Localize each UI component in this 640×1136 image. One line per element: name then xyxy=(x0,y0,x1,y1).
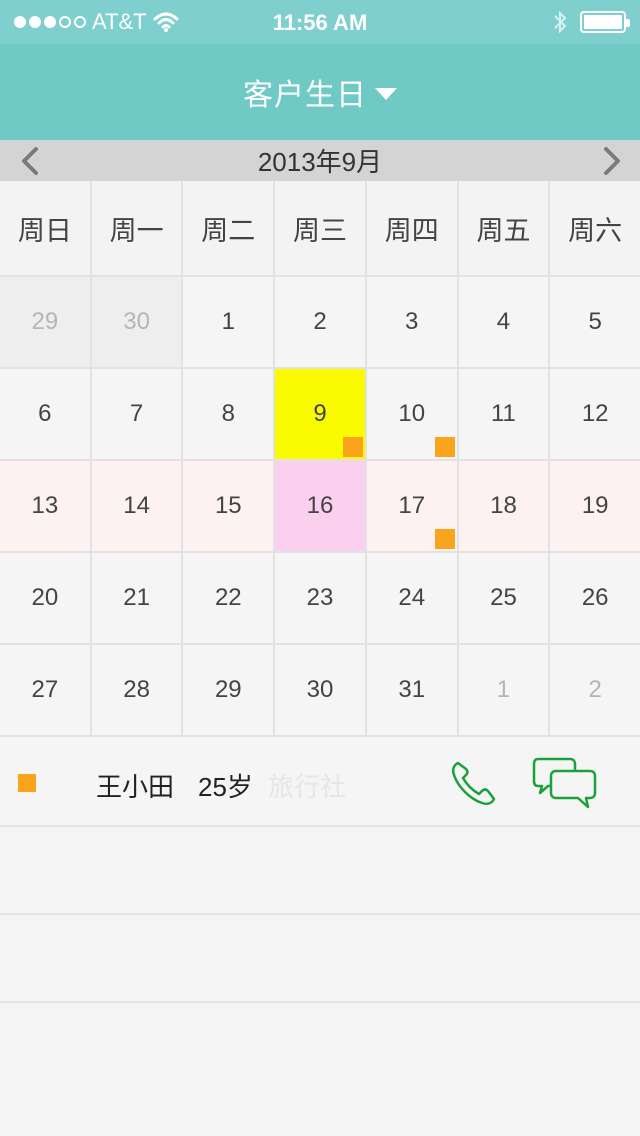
calendar-day-number: 17 xyxy=(398,492,426,519)
calendar-day[interactable]: 22 xyxy=(183,553,276,643)
birthday-marker xyxy=(342,437,363,457)
weekday-friday: 周五 xyxy=(458,181,551,275)
weekday-sunday: 周日 xyxy=(0,181,92,275)
customer-name: 王小田 xyxy=(96,772,175,802)
chevron-left-icon[interactable] xyxy=(16,146,46,176)
calendar-day[interactable]: 11 xyxy=(458,369,551,459)
bluetooth-icon xyxy=(554,10,567,34)
calendar-day[interactable]: 30 xyxy=(275,645,367,735)
status-bar: AT&T 11:56 AM xyxy=(0,0,640,44)
calendar-day-number: 10 xyxy=(398,400,426,427)
calendar-day-next-month[interactable]: 1 xyxy=(458,645,551,735)
calendar-day[interactable]: 28 xyxy=(91,645,184,735)
list-item-empty xyxy=(0,827,640,915)
chevron-right-icon[interactable] xyxy=(596,146,626,176)
calendar-day[interactable]: 1 xyxy=(183,277,276,367)
calendar-day-number: 9 xyxy=(313,400,327,427)
calendar-day-prev-month[interactable]: 30 xyxy=(91,277,184,367)
customer-note: 旅行社 xyxy=(268,772,347,802)
calendar-week-row: 6 7 8 9 10 11 12 xyxy=(0,369,640,461)
nav-title-dropdown[interactable]: 客户生日 xyxy=(243,70,397,114)
status-time: 11:56 AM xyxy=(272,10,368,35)
calendar-week-row: 20 21 22 23 24 25 26 xyxy=(0,553,640,645)
calendar-day[interactable]: 20 xyxy=(0,553,92,643)
calendar-day[interactable]: 31 xyxy=(366,645,459,735)
birthday-marker xyxy=(434,437,455,457)
calendar-week-row: 29 30 1 2 3 4 5 xyxy=(0,277,640,369)
customer-age: 25岁 xyxy=(198,772,253,802)
birthday-marker xyxy=(434,529,455,549)
calendar-day[interactable]: 15 xyxy=(183,461,276,551)
calendar-day[interactable]: 2 xyxy=(275,277,367,367)
weekday-thursday: 周四 xyxy=(366,181,459,275)
month-label: 2013年9月 xyxy=(257,147,383,177)
calendar-day[interactable]: 21 xyxy=(91,553,184,643)
calendar-day[interactable]: 27 xyxy=(0,645,92,735)
calendar-day-today[interactable]: 9 xyxy=(275,369,367,459)
phone-icon[interactable] xyxy=(448,757,500,809)
calendar-day[interactable]: 25 xyxy=(458,553,551,643)
chat-bubbles-icon[interactable] xyxy=(532,755,598,811)
weekday-header-row: 周日 周一 周二 周三 周四 周五 周六 xyxy=(0,181,640,277)
calendar-day-selected[interactable]: 16 xyxy=(275,461,367,551)
list-item-empty xyxy=(0,915,640,1003)
calendar-day[interactable]: 26 xyxy=(550,553,640,643)
battery-icon xyxy=(580,11,630,33)
nav-bar: 客户生日 xyxy=(0,44,640,140)
weekday-monday: 周一 xyxy=(91,181,184,275)
calendar-grid: 周日 周一 周二 周三 周四 周五 周六 29 30 1 2 3 4 5 6 7… xyxy=(0,181,640,737)
status-right xyxy=(552,8,630,36)
calendar-day[interactable]: 5 xyxy=(550,277,640,367)
calendar-week-row: 27 28 29 30 31 1 2 xyxy=(0,645,640,737)
calendar-day[interactable]: 24 xyxy=(366,553,459,643)
calendar-day[interactable]: 19 xyxy=(550,461,640,551)
calendar-week-row-selected: 13 14 15 16 17 18 19 xyxy=(0,461,640,553)
caret-down-icon xyxy=(375,88,397,100)
calendar-day[interactable]: 13 xyxy=(0,461,92,551)
birthday-list: 王小田 25岁 旅行社 xyxy=(0,739,640,1003)
calendar-day[interactable]: 7 xyxy=(91,369,184,459)
weekday-saturday: 周六 xyxy=(550,181,640,275)
calendar-day-prev-month[interactable]: 29 xyxy=(0,277,92,367)
calendar-day[interactable]: 12 xyxy=(550,369,640,459)
list-item[interactable]: 王小田 25岁 旅行社 xyxy=(0,739,640,827)
calendar-day[interactable]: 10 xyxy=(366,369,459,459)
calendar-day[interactable]: 14 xyxy=(91,461,184,551)
weekday-tuesday: 周二 xyxy=(183,181,276,275)
birthday-marker xyxy=(18,774,36,792)
month-header: 2013年9月 xyxy=(0,140,640,181)
calendar-day[interactable]: 29 xyxy=(183,645,276,735)
calendar-day[interactable]: 8 xyxy=(183,369,276,459)
weekday-wednesday: 周三 xyxy=(275,181,367,275)
calendar-day[interactable]: 4 xyxy=(458,277,551,367)
calendar-day-next-month[interactable]: 2 xyxy=(550,645,640,735)
calendar-day[interactable]: 18 xyxy=(458,461,551,551)
calendar-day[interactable]: 3 xyxy=(366,277,459,367)
calendar-day[interactable]: 6 xyxy=(0,369,92,459)
nav-title: 客户生日 xyxy=(243,79,367,112)
calendar-day[interactable]: 23 xyxy=(275,553,367,643)
calendar-day[interactable]: 17 xyxy=(366,461,459,551)
